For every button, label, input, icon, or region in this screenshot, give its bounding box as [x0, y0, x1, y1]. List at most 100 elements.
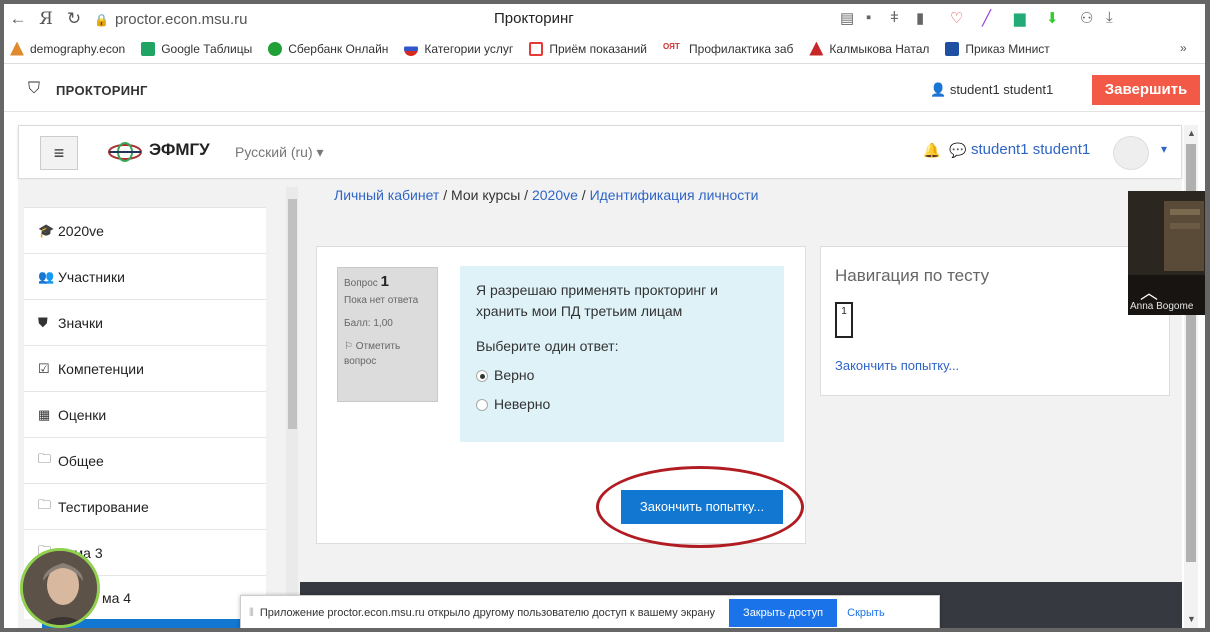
- question-text: Я разрешаю применять прокторинг и хранит…: [476, 282, 718, 319]
- download-icon[interactable]: ⤓: [1106, 9, 1113, 26]
- user-menu-name[interactable]: student1 student1: [971, 141, 1090, 158]
- highlight-circle: [596, 466, 804, 548]
- breadcrumb-course[interactable]: 2020ve: [532, 187, 578, 203]
- chat-icon[interactable]: 💬: [949, 142, 966, 159]
- answer-label: Верно: [494, 367, 535, 383]
- address-bar[interactable]: 🔒 proctor.econ.msu.ru: [94, 11, 248, 28]
- chevron-down-icon[interactable]: ▾: [1161, 142, 1167, 156]
- download-ext-icon[interactable]: ⬇: [1046, 9, 1059, 27]
- bookmark-item[interactable]: Категории услуг: [404, 41, 514, 56]
- square-icon: [529, 41, 544, 56]
- bookmarks-bar: demography.econ Google Таблицы Сбербанк …: [4, 34, 1205, 64]
- folder-icon: 🗀: [38, 496, 52, 512]
- radio-false[interactable]: [476, 398, 488, 411]
- window: ← Я ↻ 🔒 proctor.econ.msu.ru Прокторинг ▤ …: [0, 0, 1210, 632]
- finish-proctoring-button[interactable]: Завершить: [1092, 75, 1200, 105]
- sidebar-item-grades[interactable]: ▦ Оценки: [24, 391, 266, 437]
- camera-icon[interactable]: ▪: [866, 9, 871, 26]
- stop-sharing-button[interactable]: Закрыть доступ: [729, 599, 838, 627]
- yandex-icon[interactable]: Я: [32, 9, 60, 29]
- extension-icon[interactable]: ▤: [840, 9, 854, 27]
- shield-icon: ⛉: [28, 80, 41, 97]
- site-brand[interactable]: ЭФМГУ: [149, 140, 210, 160]
- screen-share-notice: ⦀ Приложение proctor.econ.msu.ru открыло…: [240, 595, 940, 628]
- pen-icon[interactable]: ╱: [982, 9, 991, 27]
- sidebar-item-label: Участники: [58, 268, 125, 285]
- logo-icon: [108, 142, 142, 162]
- reload-icon[interactable]: ↻: [60, 9, 88, 29]
- sidebar-item-general[interactable]: 🗀 Общее: [24, 437, 266, 483]
- sidebar-item-competencies[interactable]: ☑ Компетенции: [24, 345, 266, 391]
- answer-option-false[interactable]: Неверно: [476, 394, 768, 415]
- menu-toggle-button[interactable]: ≡: [40, 136, 78, 170]
- bookmark-item[interactable]: Сбербанк Онлайн: [268, 41, 389, 56]
- finish-attempt-link[interactable]: Закончить попытку...: [835, 358, 959, 373]
- avatar[interactable]: [1113, 136, 1149, 170]
- bookmark-label: Приказ Минист: [965, 41, 1050, 56]
- self-view-video[interactable]: [20, 548, 100, 628]
- monitor-icon[interactable]: ▆: [1014, 9, 1026, 27]
- sidebar-item-testing[interactable]: 🗀 Тестирование: [24, 483, 266, 529]
- sidebar-item-label: Общее: [58, 452, 104, 469]
- bookmark-item[interactable]: Приказ Минист: [945, 41, 1050, 56]
- more-bookmarks-icon[interactable]: »: [1180, 41, 1187, 55]
- question-info: Вопрос 1 Пока нет ответа Балл: 1,00 ⚐ От…: [337, 267, 438, 402]
- bell-icon[interactable]: 🔔: [923, 142, 940, 159]
- profile-icon[interactable]: ⚇: [1080, 9, 1093, 27]
- notice-text: Приложение proctor.econ.msu.ru открыло д…: [259, 607, 716, 619]
- mic-icon[interactable]: ǂ: [890, 9, 899, 26]
- drag-handle-icon[interactable]: ⦀: [249, 607, 254, 620]
- hide-notice-link[interactable]: Скрыть: [847, 607, 885, 619]
- scroll-down-icon[interactable]: ▼: [1187, 614, 1196, 624]
- sidebar-item-participants[interactable]: 👥 Участники: [24, 253, 266, 299]
- kremlin-icon: [809, 41, 824, 56]
- bookmark-label: Профилактика заб: [689, 41, 794, 56]
- bookmark-icon[interactable]: ▮: [916, 9, 924, 27]
- bookmark-item[interactable]: Приём показаний: [529, 41, 647, 56]
- sidebar-item-badges[interactable]: ⛊ Значки: [24, 299, 266, 345]
- bookmark-label: Категории услуг: [424, 41, 514, 56]
- breadcrumb-quiz[interactable]: Идентификация личности: [590, 187, 759, 203]
- scroll-up-icon[interactable]: ▲: [1187, 128, 1196, 138]
- flag-question-label: Отметить вопрос: [344, 341, 401, 367]
- bookmark-label: Калмыкова Натал: [829, 41, 930, 56]
- users-icon: 👥: [38, 268, 55, 284]
- person-icon: 👤: [930, 82, 947, 97]
- question-number-value: 1: [380, 273, 389, 290]
- proctor-title: ПРОКТОРИНГ: [56, 83, 148, 98]
- bookmark-item[interactable]: Google Таблицы: [141, 41, 252, 56]
- sidebar-item-2020ve[interactable]: 🎓 2020ve: [24, 207, 266, 253]
- webcam-tile[interactable]: ︿ Anna Bogome: [1128, 191, 1205, 315]
- flag-icon: ⚐: [344, 341, 353, 352]
- tab-title: Прокторинг: [494, 10, 574, 27]
- site-icon: ОЯТ: [663, 41, 684, 56]
- answer-label: Неверно: [494, 396, 551, 412]
- bookmark-item[interactable]: Калмыкова Натал: [809, 41, 930, 56]
- question-nav-button[interactable]: 1: [835, 302, 853, 338]
- breadcrumb: Личный кабинет / Мои курсы / 2020ve / Ид…: [334, 187, 759, 203]
- folder-icon: 🗀: [38, 450, 52, 466]
- site-header: ≡ ЭФМГУ Русский (ru) ▾ 🔔 💬 student1 stud…: [18, 125, 1182, 179]
- sberbank-icon: [268, 41, 283, 56]
- flag-question-link[interactable]: ⚐ Отметить вопрос: [344, 339, 431, 369]
- bookmark-label: Сбербанк Онлайн: [288, 41, 389, 56]
- pocket-icon[interactable]: ♡: [950, 9, 963, 27]
- language-menu[interactable]: Русский (ru) ▾: [235, 144, 324, 161]
- sidebar-item-label: Значки: [58, 314, 103, 331]
- proctor-user-name: student1 student1: [949, 82, 1054, 97]
- question-score: Балл: 1,00: [344, 318, 393, 329]
- quiz-navigation-title: Навигация по тесту: [835, 266, 990, 285]
- radio-true[interactable]: [476, 369, 488, 382]
- sidebar-scrollbar-thumb[interactable]: [288, 199, 297, 429]
- bookmark-item[interactable]: demography.econ: [10, 41, 125, 56]
- sidebar-item-label: ма 4: [102, 589, 132, 606]
- proctor-user[interactable]: 👤 student1 student1: [930, 82, 1053, 98]
- question-number: Вопрос 1: [344, 274, 431, 291]
- back-icon[interactable]: ←: [4, 9, 32, 29]
- bookmark-item[interactable]: ОЯТ Профилактика заб: [663, 41, 794, 56]
- webcam-name: Anna Bogome: [1130, 301, 1194, 312]
- breadcrumb-my-courses[interactable]: Мои курсы: [451, 187, 520, 203]
- graduation-cap-icon: 🎓: [38, 222, 55, 238]
- breadcrumb-home[interactable]: Личный кабинет: [334, 187, 439, 203]
- answer-option-true[interactable]: Верно: [476, 365, 768, 386]
